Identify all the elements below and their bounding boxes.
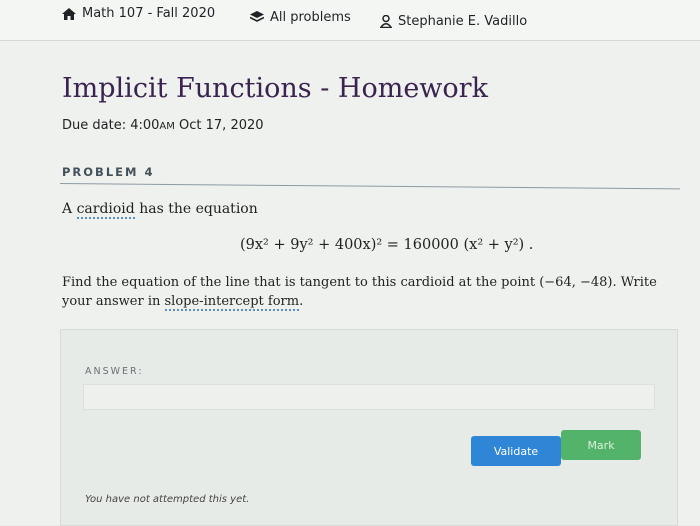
statement-post: has the equation — [134, 201, 258, 217]
nav-user-link[interactable]: Stephanie E. Vadillo — [380, 14, 527, 29]
attempt-status: You have not attempted this yet. — [85, 494, 250, 505]
due-time: 4:00 — [130, 118, 160, 133]
slope-intercept-link[interactable]: slope-intercept form — [164, 294, 300, 311]
problem-label: PROBLEM 4 — [62, 165, 155, 179]
nav-all-problems-label: All problems — [270, 10, 351, 25]
due-day: Oct 17, 2020 — [174, 118, 264, 133]
statement-pre: A — [62, 201, 77, 217]
validate-button[interactable]: Validate — [471, 436, 561, 466]
page-title: Implicit Functions - Homework — [62, 73, 488, 104]
stack-icon — [250, 11, 264, 24]
question-text: Find the equation of the line that is ta… — [62, 275, 657, 309]
answer-label: ANSWER: — [85, 366, 144, 377]
home-icon — [62, 7, 76, 20]
due-ampm: AM — [159, 121, 175, 132]
question-end: . — [299, 294, 304, 309]
problem-divider — [59, 183, 680, 190]
homework-page: Implicit Functions - Homework Due date: … — [0, 41, 700, 526]
answer-input[interactable] — [83, 384, 655, 410]
nav-course-label: Math 107 - Fall 2020 — [82, 6, 216, 21]
cardioid-term-link[interactable]: cardioid — [76, 201, 135, 219]
answer-panel: ANSWER: Validate Mark You have not attem… — [60, 329, 678, 526]
cardioid-equation: (9x² + 9y² + 400x)² = 160000 (x² + y²) . — [240, 237, 534, 253]
nav-course-link[interactable]: Math 107 - Fall 2020 — [62, 6, 215, 21]
due-date: Due date: 4:00AM Oct 17, 2020 — [62, 118, 264, 133]
nav-user-label: Stephanie E. Vadillo — [398, 14, 528, 29]
problem-question: Find the equation of the line that is ta… — [62, 273, 662, 311]
top-nav: Math 107 - Fall 2020 All problems Stepha… — [0, 0, 700, 41]
problem-statement: A cardioid has the equation — [62, 201, 258, 219]
due-prefix: Due date: — [62, 118, 131, 133]
mark-button[interactable]: Mark — [561, 430, 641, 460]
user-icon — [380, 15, 392, 28]
nav-all-problems-link[interactable]: All problems — [250, 10, 351, 25]
